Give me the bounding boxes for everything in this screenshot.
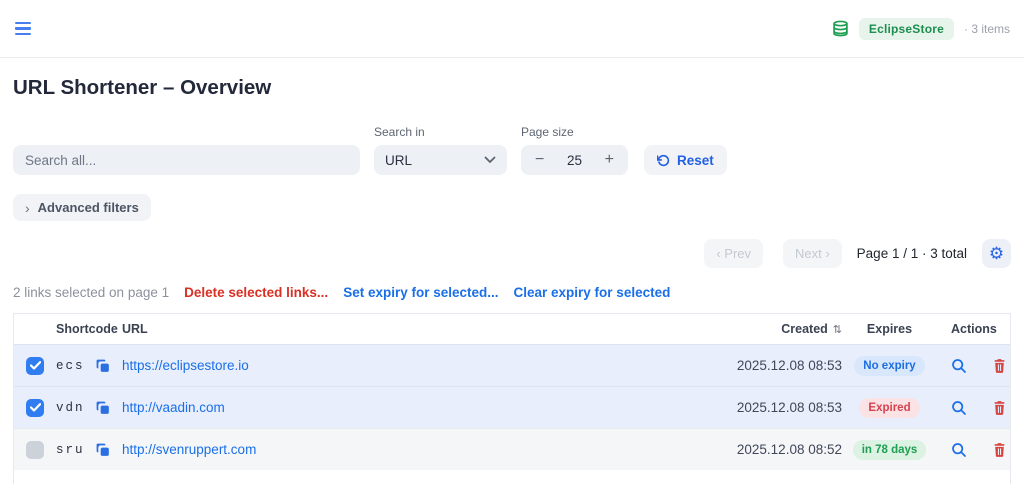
chevron-right-icon: ›	[25, 199, 30, 216]
copy-icon	[96, 359, 109, 372]
topbar-right: EclipseStore · 3 items	[832, 17, 1010, 40]
shortcode-value: vdn	[56, 400, 85, 415]
sort-arrows-icon: ⇅	[832, 323, 842, 336]
table-row: sru http://svenruppert.com 2025.12.08 08…	[14, 428, 1010, 470]
trash-icon	[994, 401, 1005, 415]
search-field	[13, 145, 360, 175]
gear-icon: ⚙	[988, 244, 1005, 263]
copy-button[interactable]	[96, 359, 122, 373]
delete-link-button[interactable]	[993, 358, 1006, 373]
search-in-value: URL	[385, 152, 413, 168]
advanced-filters-button[interactable]: › Advanced filters	[13, 194, 151, 221]
page-size-decrease-button[interactable]: −	[533, 152, 546, 168]
reset-label: Reset	[677, 152, 714, 168]
set-expiry-button[interactable]: Set expiry for selected...	[343, 285, 498, 300]
links-table: Shortcode URL Created ⇅ Expires Actions …	[13, 313, 1011, 484]
selection-row: 2 links selected on page 1 Delete select…	[13, 285, 1011, 300]
delete-selected-button[interactable]: Delete selected links...	[184, 285, 328, 300]
copy-button[interactable]	[96, 401, 122, 415]
page-size-field: Page size − 25 +	[521, 125, 628, 175]
page-title: URL Shortener – Overview	[13, 76, 272, 99]
copy-icon	[96, 401, 109, 414]
pagination-bar: ‹ Prev Next › Page 1 / 1 · 3 total ⚙	[13, 239, 1011, 268]
table-header-row: Shortcode URL Created ⇅ Expires Actions	[14, 314, 1010, 344]
view-link-button[interactable]	[951, 358, 967, 374]
expiry-badge: in 78 days	[852, 439, 927, 460]
header-expires: Expires	[866, 322, 913, 336]
copy-button[interactable]	[96, 443, 122, 457]
magnifier-icon	[952, 358, 966, 373]
rotate-ccw-icon	[657, 154, 670, 166]
created-value: 2025.12.08 08:52	[736, 442, 842, 457]
header-shortcode: Shortcode	[56, 322, 118, 336]
chevron-down-icon	[484, 156, 496, 164]
trash-icon	[994, 443, 1005, 457]
header-created[interactable]: Created ⇅	[712, 322, 842, 336]
magnifier-icon	[952, 400, 966, 415]
created-value: 2025.12.08 08:53	[736, 358, 842, 373]
delete-link-button[interactable]	[993, 442, 1006, 457]
trash-icon	[994, 359, 1005, 373]
page-size-value: 25	[566, 152, 583, 168]
database-icon	[833, 20, 848, 37]
prev-page-button[interactable]: ‹ Prev	[704, 239, 763, 268]
selection-info: 2 links selected on page 1	[13, 285, 170, 300]
store-badge: EclipseStore	[858, 17, 954, 40]
row-checkbox[interactable]	[26, 398, 44, 417]
items-count: · 3 items	[963, 21, 1010, 36]
search-in-field: Search in URL	[374, 125, 507, 175]
expiry-badge: Expired	[859, 397, 920, 418]
page-size-stepper: − 25 +	[521, 145, 628, 175]
delete-link-button[interactable]	[993, 400, 1006, 415]
header-url: URL	[122, 322, 148, 336]
magnifier-icon	[952, 442, 966, 457]
url-link[interactable]: https://eclipsestore.io	[122, 358, 249, 373]
page-size-label: Page size	[521, 125, 574, 139]
topbar: EclipseStore · 3 items	[0, 0, 1024, 58]
url-link[interactable]: http://vaadin.com	[122, 400, 225, 415]
shortcode-value: ecs	[56, 358, 85, 373]
reset-button[interactable]: Reset	[644, 145, 727, 175]
url-link[interactable]: http://svenruppert.com	[122, 442, 256, 457]
settings-button[interactable]: ⚙	[982, 239, 1011, 268]
expiry-badge: No expiry	[854, 355, 925, 376]
copy-icon	[96, 443, 109, 456]
search-input[interactable]	[13, 145, 360, 175]
row-checkbox[interactable]	[26, 440, 44, 459]
check-icon	[29, 361, 41, 370]
table-row: ecs https://eclipsestore.io 2025.12.08 0…	[14, 344, 1010, 386]
shortcode-value: sru	[56, 442, 85, 457]
header-actions: Actions	[951, 322, 997, 336]
view-link-button[interactable]	[951, 442, 967, 458]
search-in-label: Search in	[374, 125, 425, 139]
table-row: vdn http://vaadin.com 2025.12.08 08:53 E…	[14, 386, 1010, 428]
created-value: 2025.12.08 08:53	[736, 400, 842, 415]
hamburger-menu-button[interactable]	[15, 16, 41, 42]
next-page-button[interactable]: Next ›	[783, 239, 842, 268]
hamburger-icon	[15, 21, 31, 25]
advanced-filters-label: Advanced filters	[37, 200, 139, 215]
view-link-button[interactable]	[951, 400, 967, 416]
filter-row: Search in URL Page size − 25 + Reset	[13, 125, 1011, 175]
page-status: Page 1 / 1 · 3 total	[856, 246, 967, 261]
row-checkbox[interactable]	[26, 356, 44, 375]
search-in-select[interactable]: URL	[374, 145, 507, 175]
check-icon	[29, 403, 41, 412]
clear-expiry-button[interactable]: Clear expiry for selected	[514, 285, 671, 300]
page-size-increase-button[interactable]: +	[603, 152, 616, 168]
